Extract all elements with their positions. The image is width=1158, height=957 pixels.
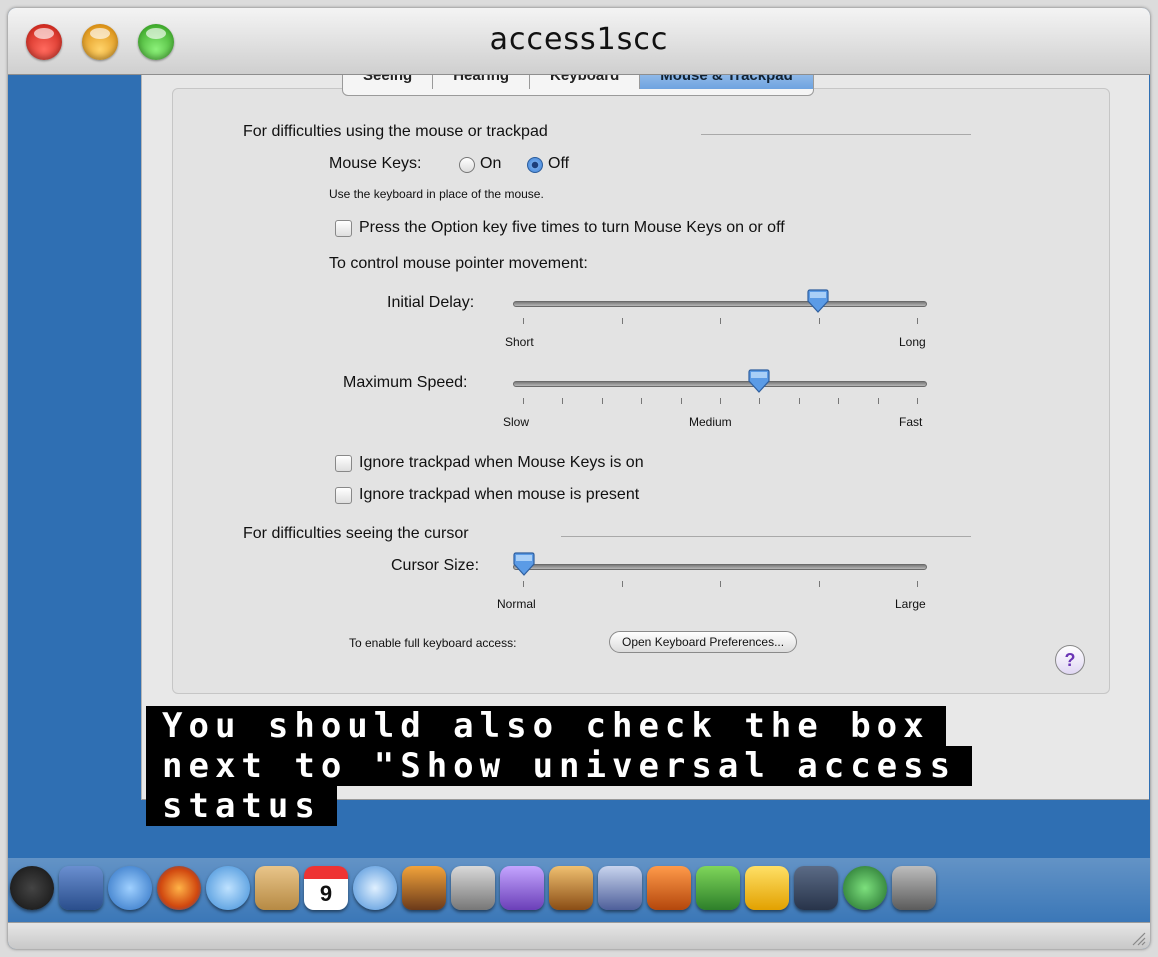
section-heading-cursor: For difficulties seeing the cursor <box>243 525 469 542</box>
mouse-keys-off-label[interactable]: Off <box>548 155 569 173</box>
ignore-trackpad-mousekeys-checkbox[interactable] <box>335 455 352 472</box>
keynote-icon[interactable] <box>647 866 691 910</box>
cursor-size-label: Cursor Size: <box>391 557 480 574</box>
firefox-icon[interactable] <box>157 866 201 910</box>
universal-access-pane: Seeing Hearing Keyboard Mouse & Trackpad… <box>141 68 1149 800</box>
mouse-keys-hint: Use the keyboard in place of the mouse. <box>329 187 544 201</box>
slider-tick <box>917 318 918 324</box>
resize-grip-icon[interactable] <box>1128 928 1146 946</box>
slider-tick <box>798 398 800 404</box>
open-keyboard-preferences-button[interactable]: Open Keyboard Preferences... <box>609 631 798 653</box>
slider-tick <box>720 398 721 404</box>
time-machine-icon[interactable] <box>843 866 887 910</box>
separator <box>701 134 971 135</box>
slider-tick <box>818 318 820 324</box>
option-key-checkbox[interactable] <box>335 220 352 237</box>
slider-tick <box>562 398 564 404</box>
caption-line-1: You should also check the box <box>146 706 946 746</box>
max-speed-label: Maximum Speed: <box>343 374 468 391</box>
status-bar <box>8 922 1150 949</box>
imovie-icon[interactable] <box>451 866 495 910</box>
dvd-player-icon[interactable] <box>10 866 54 910</box>
slider-tick <box>523 581 524 587</box>
slider-tick <box>621 318 623 324</box>
slider-tick <box>641 398 643 404</box>
system-preferences-icon[interactable] <box>892 866 936 910</box>
slider-tick <box>917 581 918 587</box>
help-button[interactable]: ? <box>1055 645 1085 675</box>
slider-tick <box>523 318 524 324</box>
cursor-size-knob[interactable] <box>513 552 535 576</box>
slider-tick <box>838 398 840 404</box>
max-speed-mid-label: Medium <box>689 415 732 429</box>
max-speed-min-label: Slow <box>503 415 530 429</box>
dock: 9 <box>8 858 1150 924</box>
initial-delay-max-label: Long <box>899 335 926 349</box>
title-bar[interactable]: access1scc <box>8 8 1150 75</box>
slider-tick <box>601 398 603 404</box>
mouse-keys-off-radio[interactable] <box>527 157 543 173</box>
initial-delay-label: Initial Delay: <box>387 294 475 311</box>
cursor-size-min-label: Normal <box>497 597 536 611</box>
pointer-movement-heading: To control mouse pointer movement: <box>329 255 588 272</box>
slider-tick <box>877 398 879 404</box>
option-key-label[interactable]: Press the Option key five times to turn … <box>359 219 785 237</box>
cursor-size-max-label: Large <box>895 597 926 611</box>
slider-tick <box>523 398 524 404</box>
keyboard-access-label: To enable full keyboard access: <box>349 636 517 650</box>
ical-icon[interactable]: 9 <box>304 866 348 910</box>
ical-day: 9 <box>319 881 333 906</box>
mouse-keys-on-radio[interactable] <box>459 157 475 173</box>
pages-icon[interactable] <box>745 866 789 910</box>
settings-group: For difficulties using the mouse or trac… <box>172 88 1110 694</box>
max-speed-track[interactable] <box>513 381 927 387</box>
caption-line-3: status <box>146 786 337 826</box>
iweb-icon[interactable] <box>598 866 642 910</box>
separator <box>561 536 971 537</box>
window-title: access1scc <box>489 22 669 57</box>
initial-delay-min-label: Short <box>505 335 534 349</box>
slider-tick <box>818 581 820 587</box>
dashboard-icon[interactable] <box>794 866 838 910</box>
itunes-icon[interactable] <box>353 866 397 910</box>
section-heading-mouse: For difficulties using the mouse or trac… <box>243 123 548 140</box>
max-speed-knob[interactable] <box>748 369 770 393</box>
app-window: access1scc Seeing Hearing Keyboard Mouse… <box>8 8 1150 949</box>
mouse-keys-label: Mouse Keys: <box>329 155 422 172</box>
address-book-icon[interactable] <box>255 866 299 910</box>
slider-tick <box>759 398 761 404</box>
mouse-keys-on-label[interactable]: On <box>480 155 501 173</box>
max-speed-max-label: Fast <box>899 415 923 429</box>
slider-tick <box>720 318 721 324</box>
iphoto-icon[interactable] <box>402 866 446 910</box>
ignore-trackpad-mouse-checkbox[interactable] <box>335 487 352 504</box>
initial-delay-track[interactable] <box>513 301 927 307</box>
slider-tick <box>621 581 623 587</box>
caption-line-2: next to "Show universal access <box>146 746 973 786</box>
ichat-icon[interactable] <box>206 866 250 910</box>
slider-tick <box>720 581 721 587</box>
garageband-icon[interactable] <box>549 866 593 910</box>
ignore-trackpad-mouse-label[interactable]: Ignore trackpad when mouse is present <box>359 486 639 504</box>
ignore-trackpad-mousekeys-label[interactable]: Ignore trackpad when Mouse Keys is on <box>359 454 644 472</box>
slider-tick <box>917 398 918 404</box>
idvd-icon[interactable] <box>500 866 544 910</box>
slider-tick <box>680 398 682 404</box>
cursor-size-track[interactable] <box>513 564 927 570</box>
preview-icon[interactable] <box>59 866 103 910</box>
initial-delay-knob[interactable] <box>807 289 829 313</box>
safari-icon[interactable] <box>108 866 152 910</box>
numbers-icon[interactable] <box>696 866 740 910</box>
